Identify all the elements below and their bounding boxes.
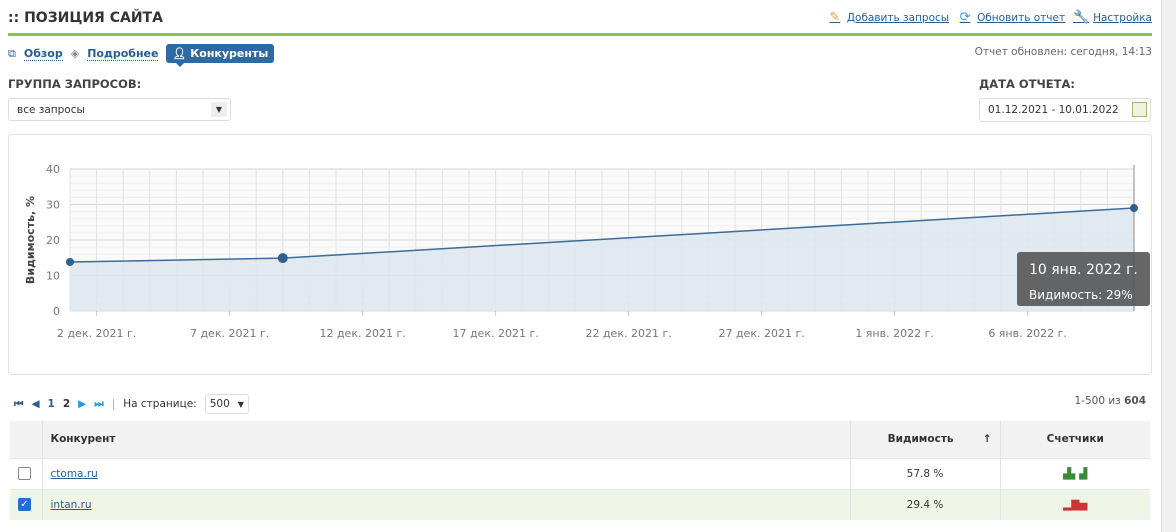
divider: | <box>111 398 116 410</box>
table-row: ✓ intan.ru 29.4 % ▂▇▅ <box>10 488 1150 520</box>
per-page-select[interactable]: 500 ▼ <box>204 394 249 414</box>
y-axis-label: Видимость, % <box>24 196 37 284</box>
data-point <box>1130 204 1138 213</box>
tab-overview[interactable]: Обзор <box>23 47 63 61</box>
y-tick-label: 40 <box>46 163 60 176</box>
tooltip-text: Видимость: 29% <box>1029 288 1133 302</box>
chevron-down-icon: ▼ <box>211 102 227 117</box>
column-visibility[interactable]: Видимость ↑ <box>850 421 1001 458</box>
row-checkbox[interactable] <box>18 467 31 480</box>
last-page-icon[interactable]: ⏭ <box>94 398 103 411</box>
add-queries-link[interactable]: ✎ Добавить запросы <box>827 10 949 26</box>
x-tick-label: 12 дек. 2021 г. <box>319 327 405 340</box>
y-tick-label: 30 <box>46 199 60 212</box>
x-tick-label: 6 янв. 2022 г. <box>988 327 1067 340</box>
x-tick-label: 2 дек. 2021 г. <box>57 327 136 340</box>
x-tick-label: 22 дек. 2021 г. <box>585 327 671 340</box>
competitor-link[interactable]: ctoma.ru <box>51 468 98 480</box>
query-group-select[interactable]: все запросы ▼ <box>8 98 231 121</box>
table-row: ctoma.ru 57.8 % ▟▖▟ <box>10 457 1150 489</box>
column-competitor[interactable]: Конкурент <box>42 421 851 458</box>
prev-page-icon[interactable]: ◀ <box>31 398 39 410</box>
x-tick-label: 1 янв. 2022 г. <box>855 327 934 340</box>
y-tick-label: 10 <box>46 270 60 283</box>
data-point <box>66 258 74 267</box>
report-date-input[interactable]: 01.12.2021 - 10.01.2022 <box>979 98 1151 122</box>
counter-icon[interactable]: ▂▇▅ <box>1063 499 1087 511</box>
refresh-icon: ⟳ <box>959 10 971 25</box>
x-tick-label: 17 дек. 2021 г. <box>452 327 538 340</box>
next-page-icon[interactable]: ▶ <box>78 398 86 410</box>
page-1[interactable]: 1 <box>48 398 55 410</box>
refresh-report-link[interactable]: ⟳ Обновить отчет <box>957 10 1065 26</box>
page-header: :: ПОЗИЦИЯ САЙТА ✎ Добавить запросы ⟳ Обно… <box>8 0 1152 36</box>
tab-details[interactable]: Подробнее <box>87 47 159 61</box>
competitor-link[interactable]: intan.ru <box>51 499 92 511</box>
y-tick-label: 20 <box>46 234 60 247</box>
results-count: 1-500 из 604 <box>1074 395 1146 407</box>
page-title: :: ПОЗИЦИЯ САЙТА <box>8 10 163 26</box>
visibility-value: 57.8 % <box>850 457 1001 489</box>
page-2[interactable]: 2 <box>63 398 70 410</box>
settings-link[interactable]: 🔧 Настройка <box>1073 10 1152 26</box>
y-tick-label: 0 <box>53 305 60 318</box>
calendar-icon[interactable] <box>1132 102 1147 117</box>
data-point <box>277 253 288 264</box>
sort-arrow-icon: ↑ <box>982 433 992 446</box>
visibility-chart: 0 10 20 30 40 2 дек. 2021 г. 7 дек. 2021 г. 12 … <box>8 134 1152 375</box>
pagination: ⏮ ◀ 1 2 ▶ ⏭ | На странице: 500 ▼ <box>14 394 249 414</box>
x-tick-label: 7 дек. 2021 г. <box>190 327 269 340</box>
user-icon: 👤︎ <box>172 47 191 60</box>
visibility-value: 29.4 % <box>850 488 1001 520</box>
per-page-label: На странице: <box>123 398 197 410</box>
chart-svg: 0 10 20 30 40 2 дек. 2021 г. 7 дек. 2021 г. 12 … <box>24 163 1150 340</box>
counter-icon[interactable]: ▟▖▟ <box>1063 468 1087 480</box>
x-tick-label: 27 дек. 2021 г. <box>718 327 804 340</box>
select-column <box>10 421 43 458</box>
tab-competitors[interactable]: 👤︎ Конкуренты <box>166 44 275 67</box>
diamond-icon: ◈ <box>70 47 80 60</box>
tooltip-title: 10 янв. 2022 г. <box>1029 262 1138 278</box>
copy-icon: ⧉ <box>8 46 16 60</box>
query-group-label: ГРУППА ЗАПРОСОВ: <box>8 77 142 91</box>
wrench-icon: 🔧 <box>1073 10 1090 25</box>
scrollbar[interactable] <box>1161 0 1176 532</box>
column-counters: Счетчики <box>1000 421 1150 458</box>
row-checkbox[interactable]: ✓ <box>18 498 31 512</box>
chevron-down-icon: ▼ <box>237 399 244 409</box>
first-page-icon[interactable]: ⏮ <box>14 398 23 411</box>
report-updated-text: Отчет обновлен: сегодня, 14:13 <box>974 46 1152 58</box>
table-header: Конкурент Видимость ↑ Счетчики <box>10 421 1150 458</box>
competitors-table: Конкурент Видимость ↑ Счетчики ctoma.ru 5… <box>10 421 1150 520</box>
pencil-icon: ✎ <box>829 10 841 25</box>
report-date-label: ДАТА ОТЧЕТА: <box>979 77 1076 91</box>
